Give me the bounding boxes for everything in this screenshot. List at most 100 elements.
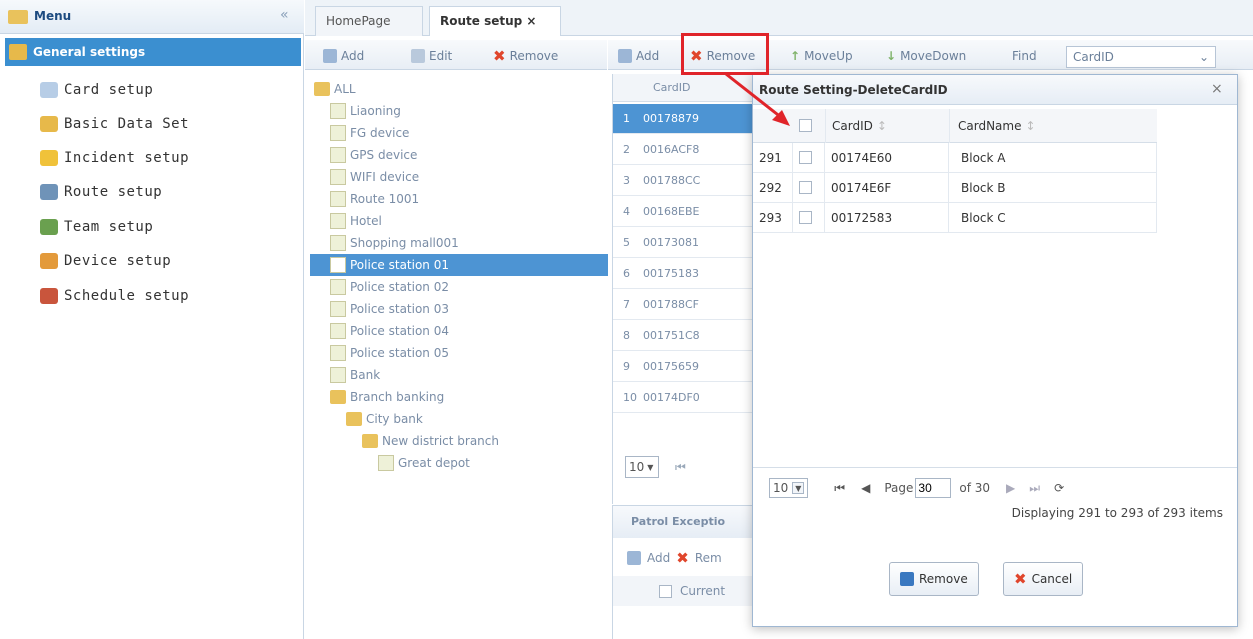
grid-add-button[interactable]: Add (612, 45, 665, 67)
tree-node[interactable]: WIFI device (310, 166, 419, 188)
page-icon (330, 301, 346, 317)
remove-x-icon: ✖ (493, 47, 506, 65)
patrol-remove-button[interactable]: Rem (695, 551, 722, 565)
menu-item-card-setup[interactable]: Card setup (40, 79, 153, 101)
find-field-value: CardID (1073, 50, 1114, 64)
row-cardid: 0016ACF8 (643, 143, 700, 156)
row-checkbox[interactable] (799, 151, 812, 164)
add-icon (627, 551, 641, 565)
movedown-button[interactable]: ↓ MoveDown (880, 45, 972, 67)
dialog-remove-button[interactable]: Remove (889, 562, 979, 596)
first-page-icon[interactable]: ⏮ (675, 460, 686, 475)
prev-page-icon[interactable]: ◀ (861, 481, 870, 495)
row-number: 291 (759, 150, 782, 165)
tree-node[interactable]: Police station 01 (310, 254, 608, 276)
select-all-checkbox[interactable] (799, 119, 812, 135)
row-number: 10 (623, 391, 637, 404)
tab-homepage[interactable]: HomePage (315, 6, 423, 36)
table-row[interactable]: 8 001751C8 (613, 321, 753, 351)
table-row[interactable]: 9 00175659 (613, 352, 753, 382)
tree-toolbar: Add Edit ✖ Remove (305, 40, 607, 70)
tree-node[interactable]: Shopping mall001 (310, 232, 459, 254)
row-cardid: 001788CF (643, 298, 699, 311)
table-row[interactable]: 3 001788CC (613, 166, 753, 196)
movedown-label: MoveDown (900, 49, 967, 63)
table-row[interactable]: 10 00174DF0 (613, 383, 753, 413)
row-cardid: 00174E6F (831, 180, 892, 195)
moveup-button[interactable]: ↑ MoveUp (784, 45, 859, 67)
tree-node[interactable]: FG device (310, 122, 409, 144)
menu-item-label: Route setup (64, 184, 163, 200)
tree-node[interactable]: Bank (310, 364, 380, 386)
menu-item-route-setup[interactable]: Route setup (40, 181, 162, 203)
first-page-icon[interactable]: ⏮ (834, 481, 845, 496)
tree-node[interactable]: City bank (310, 408, 423, 430)
tree-node[interactable]: Police station 03 (310, 298, 449, 320)
dropdown-icon: ▼ (647, 462, 654, 472)
dialog-header: Route Setting-DeleteCardID × (753, 75, 1237, 105)
tree-node[interactable]: Branch banking (310, 386, 444, 408)
patrol-add-button[interactable]: Add (647, 551, 670, 565)
row-number: 6 (623, 267, 630, 280)
page-size-select[interactable]: 10 ▼ (769, 478, 809, 498)
menu-item-team-setup[interactable]: Team setup (40, 216, 153, 238)
last-page-icon[interactable]: ⏭ (1029, 481, 1040, 496)
tree-node[interactable]: Police station 05 (310, 342, 449, 364)
table-row[interactable]: 5 00173081 (613, 228, 753, 258)
page-icon (330, 257, 346, 273)
row-number: 5 (623, 236, 630, 249)
row-cardid: 001788CC (643, 174, 701, 187)
tree-edit-button[interactable]: Edit (405, 45, 458, 67)
page-number-input[interactable] (915, 478, 952, 498)
page-icon (330, 103, 346, 119)
card-icon (40, 82, 58, 98)
tree-node[interactable]: New district branch (310, 430, 499, 452)
tree-node[interactable]: Liaoning (310, 100, 401, 122)
col-header-cardid[interactable]: CardID ↕ (825, 109, 949, 143)
tree-node[interactable]: Police station 02 (310, 276, 449, 298)
tree-add-button[interactable]: Add (317, 45, 370, 67)
general-settings-label: General settings (33, 45, 146, 59)
row-number-cell: 292 (753, 173, 793, 203)
close-icon[interactable]: × (1211, 81, 1223, 97)
menu-item-device-setup[interactable]: Device setup (40, 250, 171, 272)
menu-item-incident-setup[interactable]: Incident setup (40, 147, 189, 169)
row-checkbox[interactable] (799, 211, 812, 224)
table-row[interactable]: 4 00168EBE (613, 197, 753, 227)
row-number-cell: 291 (753, 143, 793, 173)
table-row[interactable]: 7 001788CF (613, 290, 753, 320)
row-cardname: Block B (961, 180, 1006, 195)
tree-node-label: Police station 05 (350, 346, 449, 360)
refresh-icon[interactable]: ⟳ (1054, 481, 1064, 495)
col-header-cardname[interactable]: CardName ↕ (949, 109, 1157, 143)
row-number: 7 (623, 298, 630, 311)
page-icon (330, 213, 346, 229)
find-field-select[interactable]: CardID ⌄ (1066, 46, 1216, 68)
device-icon (40, 253, 58, 269)
tree-node[interactable]: Route 1001 (310, 188, 419, 210)
table-row[interactable]: 6 00175183 (613, 259, 753, 289)
next-page-icon[interactable]: ▶ (1006, 481, 1015, 495)
tree-node[interactable]: ALL (310, 78, 356, 100)
tree-remove-button[interactable]: ✖ Remove (487, 45, 564, 67)
row-checkbox[interactable] (799, 181, 812, 194)
table-row[interactable]: 2 0016ACF8 (613, 135, 753, 165)
menu-item-schedule-setup[interactable]: Schedule setup (40, 285, 189, 307)
tree-node[interactable]: Hotel (310, 210, 382, 232)
add-icon (323, 49, 337, 63)
general-settings-section[interactable]: General settings (5, 38, 301, 66)
patrol-select-all-checkbox[interactable] (659, 584, 672, 598)
grid-page-size-select[interactable]: 10 ▼ (625, 456, 659, 478)
tab-route-setup[interactable]: Route setup × (429, 6, 561, 36)
tree-node[interactable]: GPS device (310, 144, 417, 166)
tree-node[interactable]: Great depot (310, 452, 470, 474)
menu-item-basic-data-set[interactable]: Basic Data Set (40, 113, 189, 135)
tree-node-label: Great depot (398, 456, 470, 470)
dialog-cancel-button[interactable]: ✖ Cancel (1003, 562, 1084, 596)
folder-icon (362, 434, 378, 448)
row-number: 292 (759, 180, 782, 195)
tree-node-label: Bank (350, 368, 381, 382)
collapse-icon[interactable]: « (280, 7, 289, 23)
menu-folder-icon (8, 10, 28, 24)
tree-node[interactable]: Police station 04 (310, 320, 449, 342)
